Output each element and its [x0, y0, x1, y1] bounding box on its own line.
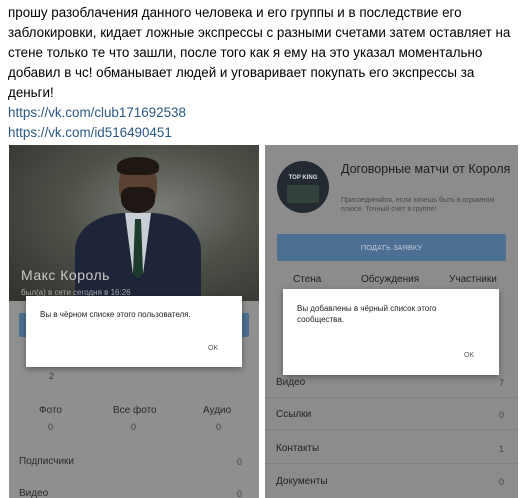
media-allphoto-value: 0: [131, 422, 137, 432]
list-item-links[interactable]: Ссылки: [276, 409, 311, 420]
video-value: 0: [237, 489, 243, 498]
post-link-id[interactable]: https://vk.com/id516490451: [8, 123, 520, 143]
subscribers-value: 0: [237, 457, 243, 467]
links-count: 0: [499, 410, 505, 420]
submit-request-button[interactable]: ПОДАТЬ ЗАЯВКУ: [277, 234, 506, 261]
tab-members[interactable]: Участники: [449, 274, 497, 285]
media-audio-label[interactable]: Аудио: [203, 405, 231, 416]
media-photo-label[interactable]: Фото: [39, 405, 62, 416]
tab-wall[interactable]: Стена: [293, 274, 321, 285]
video-count: 7: [499, 378, 505, 388]
blacklist-group-dialog: Вы добавлены в чёрный список этого сообщ…: [283, 289, 499, 375]
divider: [265, 463, 518, 464]
post-text: прошу разоблачения данного человека и ег…: [8, 5, 511, 100]
dialog-ok-button[interactable]: OK: [208, 345, 218, 352]
group-header: TOP KING Договорные матчи от Короля Прис…: [265, 145, 518, 225]
profile-photo: Макс Король был(а) в сети сегодня в 16:2…: [9, 145, 259, 305]
post-body: прошу разоблачения данного человека и ег…: [8, 3, 520, 143]
group-title: Договорные матчи от Короля: [341, 162, 511, 176]
media-photo-value: 0: [48, 422, 54, 432]
divider: [265, 397, 518, 398]
media-allphoto-label[interactable]: Все фото: [113, 405, 157, 416]
dialog-message: Вы в чёрном списке этого пользователя.: [40, 310, 191, 319]
logo-text: TOP KING: [288, 175, 318, 181]
documents-count: 0: [499, 477, 505, 487]
tab-discussions[interactable]: Обсуждения: [361, 274, 419, 285]
profile-count: 2: [49, 371, 55, 381]
list-item-contacts[interactable]: Контакты: [276, 443, 319, 454]
media-audio-value: 0: [216, 422, 222, 432]
dialog-ok-button[interactable]: OK: [464, 352, 474, 359]
post-link-club[interactable]: https://vk.com/club171692538: [8, 103, 520, 123]
list-item-subscribers[interactable]: Подписчики: [19, 456, 74, 467]
blacklist-user-dialog: Вы в чёрном списке этого пользователя. O…: [26, 296, 242, 367]
dialog-message: Вы добавлены в чёрный список этого сообщ…: [297, 304, 437, 324]
list-item-video[interactable]: Видео: [19, 488, 48, 498]
list-item-documents[interactable]: Документы: [276, 476, 328, 487]
divider: [265, 429, 518, 430]
group-logo: TOP KING: [277, 161, 329, 213]
contacts-count: 1: [499, 444, 505, 454]
list-item-video[interactable]: Видео: [276, 377, 305, 388]
group-subtitle: Присоединяйся, если хочешь быть в огромн…: [341, 197, 495, 213]
profile-name: Макс Король: [21, 267, 110, 283]
